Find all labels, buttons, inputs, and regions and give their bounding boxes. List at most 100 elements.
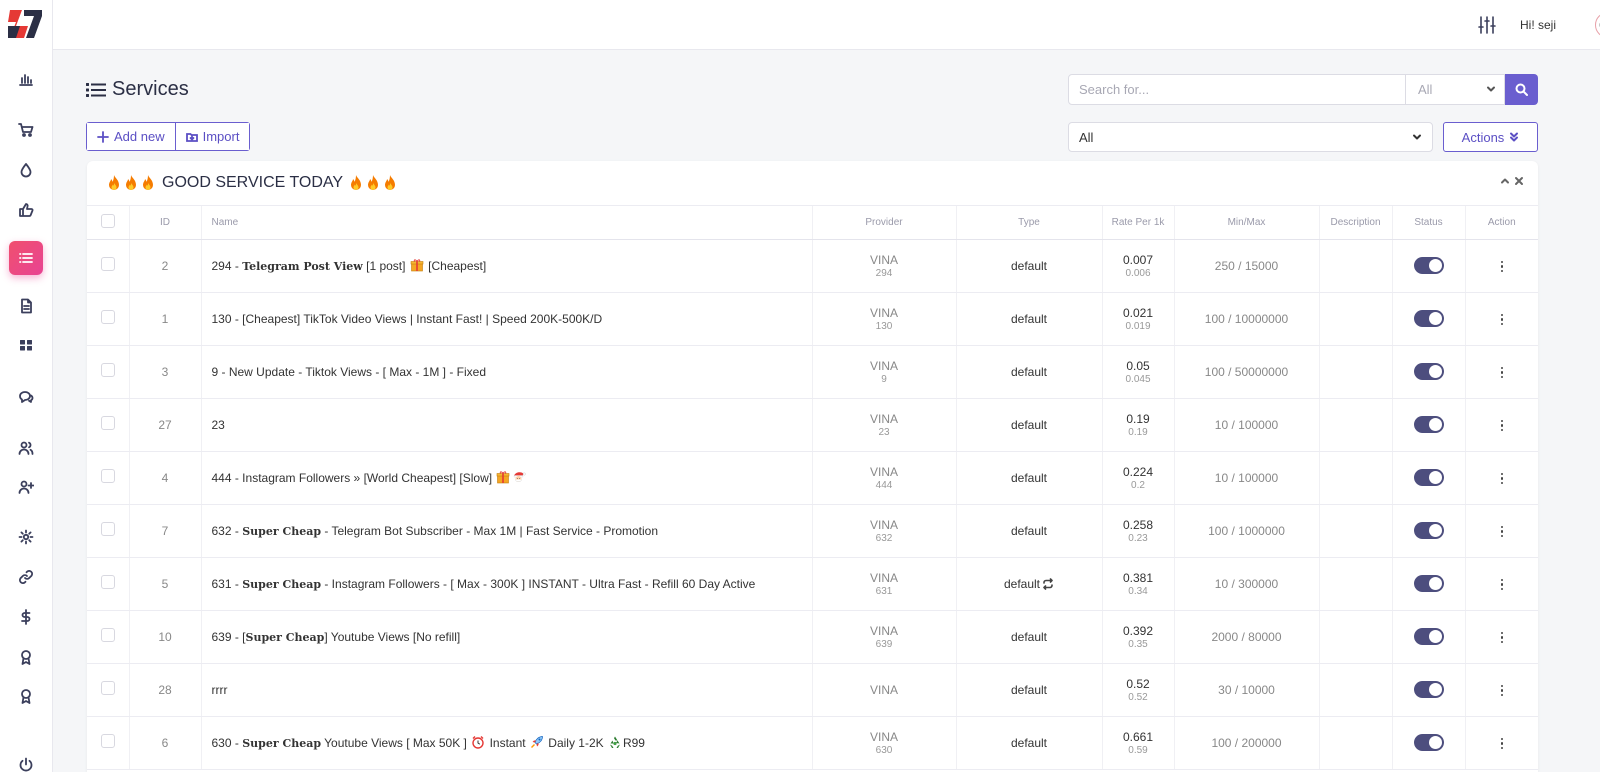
more-actions-icon[interactable]: [1500, 260, 1503, 273]
import-button[interactable]: Import: [174, 123, 250, 150]
status-toggle[interactable]: [1413, 681, 1444, 698]
rate-value: 0.392: [1122, 623, 1154, 638]
header-id[interactable]: ID: [129, 206, 202, 240]
nav-award-2-icon[interactable]: [9, 679, 43, 713]
header-type[interactable]: Type: [956, 206, 1103, 240]
category-title: GOOD SERVICE TODAY: [162, 174, 344, 191]
brand-logo[interactable]: [6, 4, 46, 44]
nav-cart-icon[interactable]: [9, 113, 43, 147]
service-id: 2: [129, 239, 202, 293]
header-minmax[interactable]: Min/Max: [1174, 206, 1320, 240]
nav-dollar-icon[interactable]: [9, 600, 43, 634]
nav-award-icon[interactable]: [9, 640, 43, 674]
nav-grid-icon[interactable]: [9, 328, 43, 362]
more-actions-icon[interactable]: [1500, 684, 1503, 697]
more-actions-icon[interactable]: [1500, 419, 1503, 432]
status-toggle[interactable]: [1413, 575, 1444, 592]
nav-services-icon[interactable]: [9, 241, 43, 275]
nav-link-icon[interactable]: [9, 560, 43, 594]
service-name-text: Daily 1-2K: [544, 736, 607, 750]
rate-value: 0.021: [1122, 305, 1154, 320]
select-all-checkbox[interactable]: [100, 213, 115, 228]
sliders-icon[interactable]: [1477, 15, 1497, 35]
provider-cell: VINA 630: [812, 716, 957, 770]
status-cell: [1392, 557, 1466, 611]
nav-drop-icon[interactable]: [9, 153, 43, 187]
more-actions-icon[interactable]: [1500, 631, 1503, 644]
row-checkbox[interactable]: [100, 469, 115, 483]
more-actions-icon[interactable]: [1500, 737, 1503, 750]
more-actions-icon[interactable]: [1500, 578, 1503, 591]
nav-chat-icon[interactable]: [9, 380, 43, 414]
category-filter-select[interactable]: All: [1068, 122, 1433, 152]
status-toggle[interactable]: [1413, 310, 1444, 327]
close-icon[interactable]: [1514, 176, 1524, 186]
nav-settings-icon[interactable]: [9, 520, 43, 554]
table-row: 2 294 - Telegram Post View [1 post] [Che…: [87, 239, 1538, 293]
row-checkbox[interactable]: [100, 575, 115, 589]
nav-statistics-icon[interactable]: [9, 62, 43, 96]
table-row: 4 444 - Instagram Followers » [World Che…: [87, 451, 1538, 505]
header-rate[interactable]: Rate Per 1k: [1102, 206, 1175, 240]
fire-icon: [126, 175, 136, 190]
nav-add-user-icon[interactable]: [9, 470, 43, 504]
search-scope-select[interactable]: All: [1406, 74, 1505, 105]
service-id: 28: [129, 663, 202, 717]
card-controls: [1500, 176, 1524, 186]
more-actions-icon[interactable]: [1500, 525, 1503, 538]
status-toggle[interactable]: [1413, 363, 1444, 380]
rate-value: 0.007: [1122, 252, 1154, 267]
rate-value: 0.19: [1126, 411, 1150, 426]
sidebar: [0, 0, 53, 772]
status-toggle[interactable]: [1413, 416, 1444, 433]
row-checkbox[interactable]: [100, 363, 115, 377]
header-description[interactable]: Description: [1319, 206, 1393, 240]
provider-service-id: 23: [878, 426, 890, 438]
more-actions-icon[interactable]: [1500, 472, 1503, 485]
row-checkbox[interactable]: [100, 257, 115, 271]
row-checkbox[interactable]: [100, 522, 115, 536]
provider-name: VINA: [869, 623, 898, 638]
status-cell: [1392, 663, 1466, 717]
provider-service-id: 9: [881, 373, 887, 385]
chevron-up-icon[interactable]: [1500, 176, 1510, 186]
header-status[interactable]: Status: [1392, 206, 1466, 240]
actions-dropdown-button[interactable]: Actions: [1443, 122, 1538, 152]
service-name: 631 - Super Cheap - Instagram Followers …: [201, 557, 813, 611]
user-avatar-icon[interactable]: [1595, 12, 1600, 38]
nav-document-icon[interactable]: [9, 289, 43, 323]
service-name-text: 631 -: [211, 576, 243, 591]
user-greeting[interactable]: Hi! seji: [1520, 18, 1556, 32]
add-new-button[interactable]: Add new: [87, 123, 175, 150]
type-cell: default: [956, 504, 1103, 558]
status-toggle[interactable]: [1413, 469, 1444, 486]
more-actions-icon[interactable]: [1500, 366, 1503, 379]
nav-thumbs-up-icon[interactable]: [9, 193, 43, 227]
header-provider[interactable]: Provider: [812, 206, 957, 240]
type-cell: default: [956, 292, 1103, 346]
action-cell: [1465, 292, 1538, 346]
action-cell: [1465, 398, 1538, 452]
nav-power-icon[interactable]: [9, 748, 43, 772]
header-name[interactable]: Name: [201, 206, 813, 240]
row-checkbox[interactable]: [100, 734, 115, 748]
search-icon: [1515, 83, 1528, 96]
search-button[interactable]: [1505, 74, 1538, 105]
fire-icon: [109, 175, 119, 190]
nav-users-icon[interactable]: [9, 431, 43, 465]
provider-name: VINA: [869, 305, 898, 320]
status-toggle[interactable]: [1413, 257, 1444, 274]
provider-cell: VINA 639: [812, 610, 957, 664]
status-toggle[interactable]: [1413, 522, 1444, 539]
more-actions-icon[interactable]: [1500, 313, 1503, 326]
gift-icon: [497, 471, 510, 484]
type-cell: default: [956, 345, 1103, 399]
row-checkbox[interactable]: [100, 310, 115, 324]
status-toggle[interactable]: [1413, 734, 1444, 751]
status-toggle[interactable]: [1413, 628, 1444, 645]
row-checkbox[interactable]: [100, 416, 115, 430]
minmax-cell: 30 / 10000: [1174, 663, 1320, 717]
row-checkbox[interactable]: [100, 628, 115, 642]
search-input[interactable]: [1068, 74, 1406, 105]
row-checkbox[interactable]: [100, 681, 115, 695]
